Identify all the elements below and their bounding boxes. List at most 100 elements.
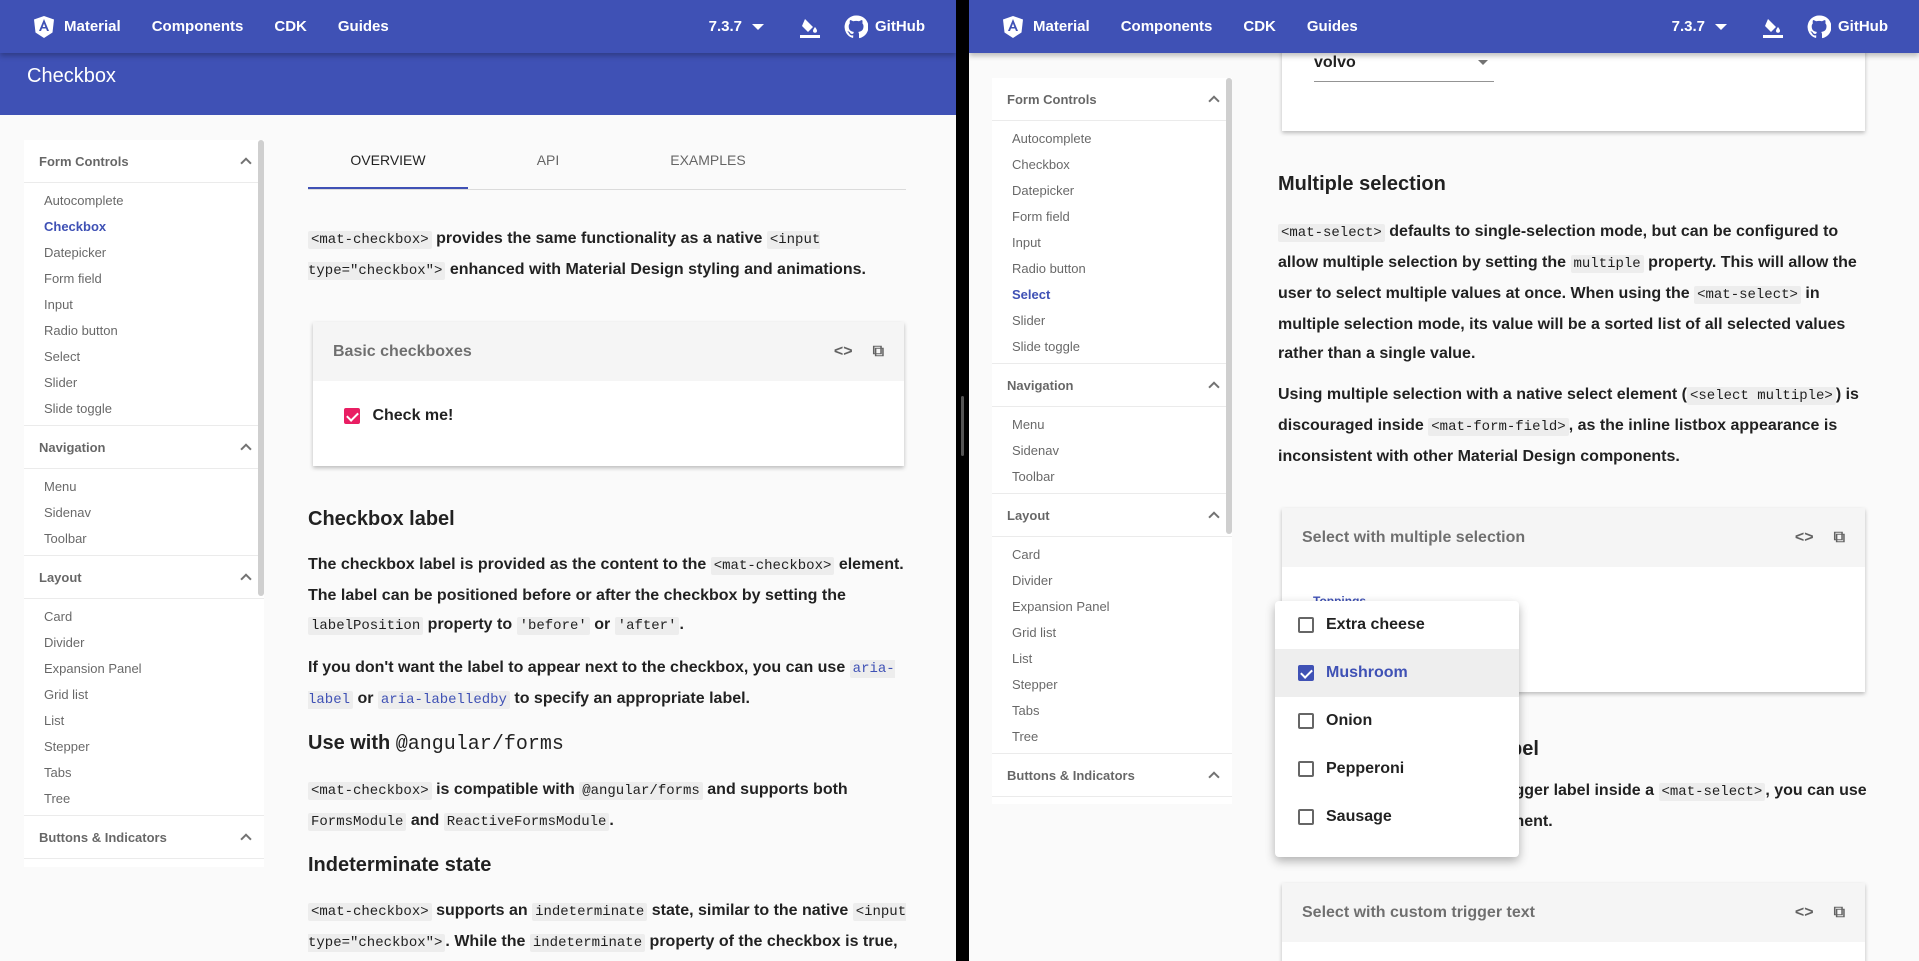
sidebar-item-list[interactable]: List xyxy=(24,708,264,734)
sidebar-item-select[interactable]: Select xyxy=(992,282,1232,308)
sidebar-item-button[interactable]: Button xyxy=(992,802,1232,804)
sidebar-item-select[interactable]: Select xyxy=(24,344,264,370)
text: . xyxy=(609,812,614,829)
sidebar-item-sidenav[interactable]: Sidenav xyxy=(24,500,264,526)
brand-link[interactable]: Material xyxy=(969,15,1090,38)
nav-section-buttons-indicators[interactable]: Buttons & Indicators xyxy=(24,816,264,859)
checkbox-checked-icon xyxy=(344,407,360,424)
sidebar-item-tabs[interactable]: Tabs xyxy=(992,698,1232,724)
nav-section-title: Form Controls xyxy=(1007,91,1097,107)
brand-link[interactable]: Material xyxy=(0,15,121,38)
sidebar-item-form-field[interactable]: Form field xyxy=(24,266,264,292)
tab-examples[interactable]: EXAMPLES xyxy=(628,131,788,189)
sidebar-item-input[interactable]: Input xyxy=(24,292,264,318)
sidebar-item-slide-toggle[interactable]: Slide toggle xyxy=(992,334,1232,360)
open-stackblitz-icon[interactable]: ⧉ xyxy=(1834,904,1845,922)
nav-section-form-controls[interactable]: Form Controls xyxy=(992,78,1232,121)
text: Using multiple selection with a native s… xyxy=(1278,386,1687,403)
github-link[interactable]: GitHub xyxy=(844,14,956,39)
nav-section-buttons-indicators[interactable]: Buttons & Indicators xyxy=(992,754,1232,797)
sidebar-item-sidenav[interactable]: Sidenav xyxy=(992,438,1232,464)
sidebar-item-card[interactable]: Card xyxy=(24,604,264,630)
nav-guides[interactable]: Guides xyxy=(338,18,389,35)
sidebar-item-expansion-panel[interactable]: Expansion Panel xyxy=(24,656,264,682)
intro-paragraph: <mat-checkbox> provides the same functio… xyxy=(308,224,908,286)
code-snippet: multiple xyxy=(1570,255,1644,273)
nav-section-list: ButtonButton toggle xyxy=(992,797,1232,804)
code-snippet: 'before' xyxy=(516,617,590,635)
open-stackblitz-icon[interactable]: ⧉ xyxy=(1834,529,1845,547)
nav-cdk[interactable]: CDK xyxy=(274,18,307,35)
nav-cdk[interactable]: CDK xyxy=(1243,18,1276,35)
sidebar-item-divider[interactable]: Divider xyxy=(992,568,1232,594)
sidebar-item-datepicker[interactable]: Datepicker xyxy=(24,240,264,266)
nav-section-navigation[interactable]: Navigation xyxy=(24,426,264,469)
tab-overview[interactable]: OVERVIEW xyxy=(308,131,468,189)
nav-guides[interactable]: Guides xyxy=(1307,18,1358,35)
open-stackblitz-icon[interactable]: ⧉ xyxy=(873,343,884,361)
angular-logo-icon xyxy=(34,15,54,38)
nav-section-title: Layout xyxy=(39,569,82,585)
view-code-icon[interactable]: <> xyxy=(1795,904,1814,922)
nav-section-layout[interactable]: Layout xyxy=(992,494,1232,537)
sidebar-item-autocomplete[interactable]: Autocomplete xyxy=(24,188,264,214)
sidebar-item-menu[interactable]: Menu xyxy=(24,474,264,500)
sidebar-item-card[interactable]: Card xyxy=(992,542,1232,568)
github-link[interactable]: GitHub xyxy=(1807,14,1919,39)
version-label: 7.3.7 xyxy=(1671,18,1705,35)
sidebar-item-toolbar[interactable]: Toolbar xyxy=(992,464,1232,490)
sidebar-item-divider[interactable]: Divider xyxy=(24,630,264,656)
sidebar-item-radio-button[interactable]: Radio button xyxy=(24,318,264,344)
sidebar-item-slider[interactable]: Slider xyxy=(24,370,264,396)
option-pepperoni[interactable]: Pepperoni xyxy=(1275,745,1519,793)
sidebar-item-stepper[interactable]: Stepper xyxy=(992,672,1232,698)
nav-components[interactable]: Components xyxy=(1121,18,1213,35)
option-onion[interactable]: Onion xyxy=(1275,697,1519,745)
sidebar-item-tabs[interactable]: Tabs xyxy=(24,760,264,786)
option-label: Extra cheese xyxy=(1326,616,1425,633)
nav-section-navigation[interactable]: Navigation xyxy=(992,364,1232,407)
checkbox-unchecked-icon xyxy=(1298,713,1314,729)
sidebar-item-checkbox[interactable]: Checkbox xyxy=(992,152,1232,178)
sidenav-scrollbar[interactable] xyxy=(258,140,264,596)
sidebar-item-slider[interactable]: Slider xyxy=(992,308,1232,334)
nav-components[interactable]: Components xyxy=(152,18,244,35)
sidebar-item-radio-button[interactable]: Radio button xyxy=(992,256,1232,282)
sidebar-item-slide-toggle[interactable]: Slide toggle xyxy=(24,396,264,422)
nav-section-layout[interactable]: Layout xyxy=(24,556,264,599)
check-me-checkbox[interactable]: Check me! xyxy=(313,381,904,425)
sidebar-item-autocomplete[interactable]: Autocomplete xyxy=(992,126,1232,152)
split-divider[interactable] xyxy=(956,0,969,961)
view-code-icon[interactable]: <> xyxy=(1795,529,1814,547)
sidebar-item-list[interactable]: List xyxy=(992,646,1232,672)
version-picker[interactable]: 7.3.7 xyxy=(1672,18,1727,35)
sidebar-item-form-field[interactable]: Form field xyxy=(992,204,1232,230)
sidebar-item-expansion-panel[interactable]: Expansion Panel xyxy=(992,594,1232,620)
theme-picker-icon[interactable] xyxy=(798,15,822,39)
theme-picker-icon[interactable] xyxy=(1761,15,1785,39)
sidebar-item-toolbar[interactable]: Toolbar xyxy=(24,526,264,552)
sidebar-item-grid-list[interactable]: Grid list xyxy=(992,620,1232,646)
sidebar-item-checkbox[interactable]: Checkbox xyxy=(24,214,264,240)
aria-labelledby-link[interactable]: aria-labelledby xyxy=(377,691,510,709)
option-extra-cheese[interactable]: Extra cheese xyxy=(1275,601,1519,649)
sidebar-item-input[interactable]: Input xyxy=(992,230,1232,256)
select-arrow-icon xyxy=(1478,60,1488,65)
version-picker[interactable]: 7.3.7 xyxy=(709,18,764,35)
sidebar-item-tree[interactable]: Tree xyxy=(24,786,264,812)
nav-section-form-controls[interactable]: Form Controls xyxy=(24,140,264,183)
example-header: Select with multiple selection <> ⧉ xyxy=(1282,508,1865,567)
view-code-icon[interactable]: <> xyxy=(834,343,853,361)
option-sausage[interactable]: Sausage xyxy=(1275,793,1519,841)
car-select[interactable]: volvo xyxy=(1314,54,1494,82)
sidebar-item-datepicker[interactable]: Datepicker xyxy=(992,178,1232,204)
sidebar-item-grid-list[interactable]: Grid list xyxy=(24,682,264,708)
sidebar-item-menu[interactable]: Menu xyxy=(992,412,1232,438)
sidebar-item-button[interactable]: Button xyxy=(24,864,264,867)
tab-api[interactable]: API xyxy=(468,131,628,189)
sidenav-scrollbar[interactable] xyxy=(1226,78,1232,534)
split-handle[interactable] xyxy=(961,396,964,456)
sidebar-item-stepper[interactable]: Stepper xyxy=(24,734,264,760)
sidebar-item-tree[interactable]: Tree xyxy=(992,724,1232,750)
option-mushroom[interactable]: Mushroom xyxy=(1275,649,1519,697)
